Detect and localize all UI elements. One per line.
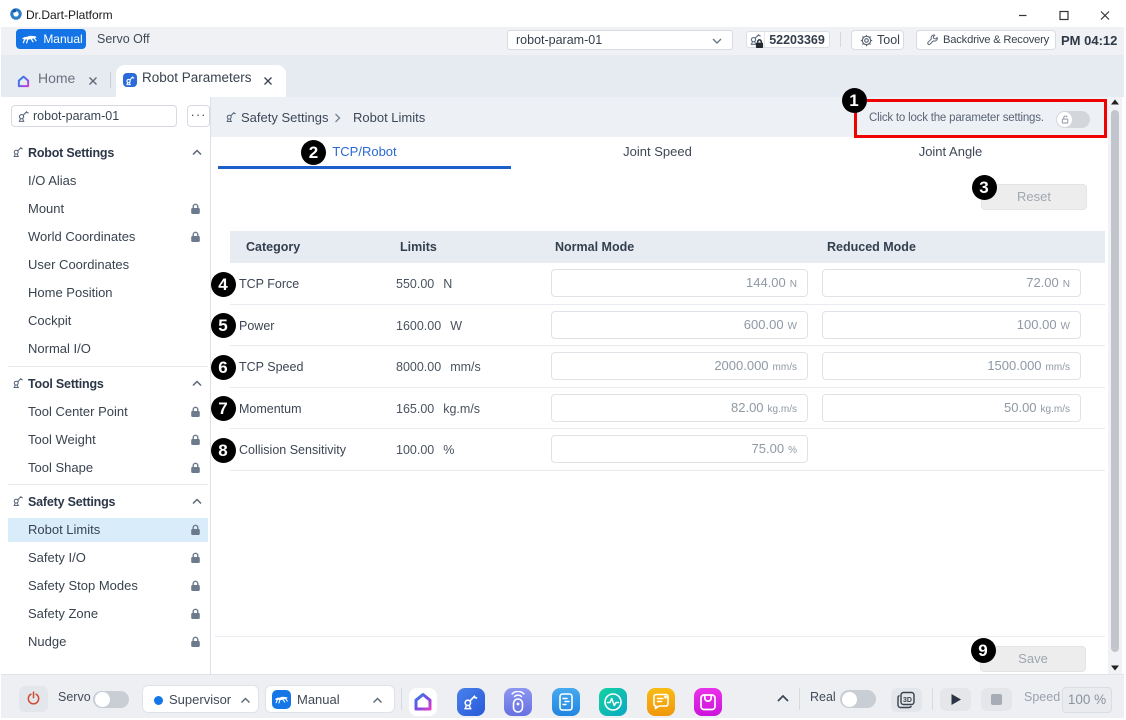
svg-text:3D: 3D <box>903 697 912 704</box>
